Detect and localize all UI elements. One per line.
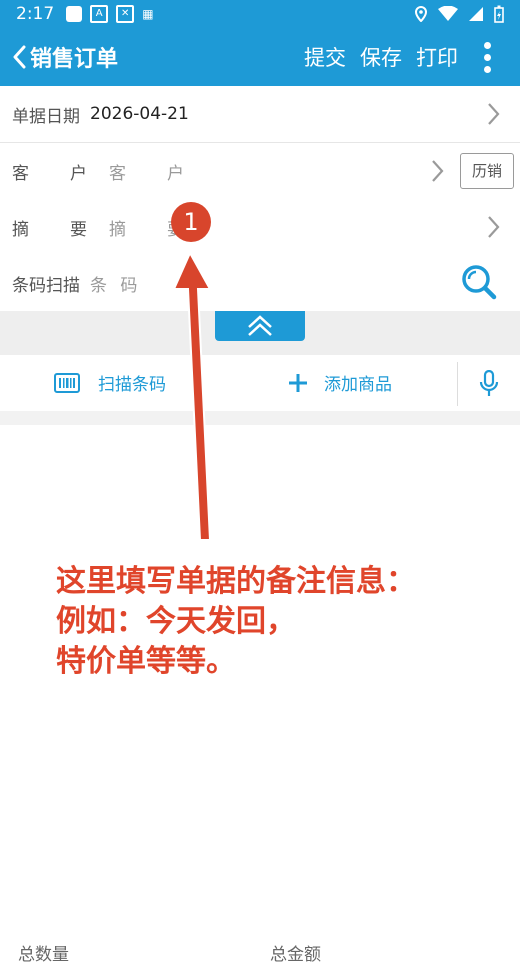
notification-app-icon: ✕ <box>116 5 135 23</box>
microphone-icon[interactable] <box>479 370 499 398</box>
barcode-input[interactable]: 条 码 <box>90 271 141 296</box>
save-button[interactable]: 保存 <box>360 42 402 72</box>
more-menu-icon[interactable] <box>472 41 502 73</box>
add-goods-button[interactable]: 添加商品 <box>288 370 392 395</box>
print-button[interactable]: 打印 <box>416 42 458 72</box>
chevron-right-icon <box>488 103 500 125</box>
customer-label: 客 户 <box>12 163 99 184</box>
keyboard-icon: ▦ <box>142 7 154 21</box>
barcode-row[interactable]: 条码扫描 条 码 <box>0 255 520 312</box>
list-separator <box>0 411 520 425</box>
scan-barcode-label: 扫描条码 <box>98 375 166 395</box>
back-button[interactable]: 销售订单 <box>12 41 118 73</box>
total-quantity-label: 总数量 <box>18 945 69 965</box>
annotation-text: 这里填写单据的备注信息： 例如：今天发回， 特价单等等。 <box>56 562 416 682</box>
submit-button[interactable]: 提交 <box>304 42 346 72</box>
annotation-line: 特价单等等。 <box>56 644 236 679</box>
toolbar-divider <box>457 362 458 406</box>
status-bar: 2:17 A ✕ ▦ <box>0 0 520 28</box>
chevron-right-icon <box>488 216 500 238</box>
wifi-icon <box>438 6 458 21</box>
chevron-left-icon <box>13 45 26 69</box>
memo-row[interactable]: 摘 要 摘 要 <box>0 199 520 256</box>
chevron-right-icon <box>432 160 444 182</box>
customer-input[interactable]: 客 户 <box>109 159 196 184</box>
app-bar-actions: 提交 保存 打印 <box>304 41 520 73</box>
battery-icon <box>494 5 504 23</box>
page-title: 销售订单 <box>30 47 119 72</box>
goods-toolbar: 扫描条码 添加商品 <box>0 355 520 411</box>
totals-footer: 总数量 总金额 <box>0 925 520 976</box>
total-amount-label: 总金额 <box>270 945 321 965</box>
system-icons <box>414 5 504 23</box>
search-icon[interactable] <box>460 263 498 301</box>
plus-icon <box>289 373 307 392</box>
notification-icons: A ✕ ▦ <box>66 5 154 23</box>
step-badge: 1 <box>171 202 211 242</box>
sales-history-button[interactable]: 历销 <box>460 153 514 189</box>
annotation-line: 例如：今天发回， <box>56 604 296 639</box>
notification-a-icon: A <box>90 5 109 23</box>
date-label: 单据日期 <box>12 106 80 127</box>
barcode-icon <box>54 372 80 393</box>
date-value[interactable]: 2026-04-21 <box>90 104 189 124</box>
customer-row[interactable]: 客 户 客 户 历销 <box>0 143 520 200</box>
barcode-label: 条码扫描 <box>12 275 80 296</box>
signal-icon <box>469 7 483 21</box>
location-icon <box>414 6 428 22</box>
date-row[interactable]: 单据日期 2026-04-21 <box>0 86 520 143</box>
status-time: 2:17 <box>16 4 55 24</box>
memo-label: 摘 要 <box>12 219 99 240</box>
notification-square-icon <box>66 6 83 22</box>
add-goods-label: 添加商品 <box>324 375 392 395</box>
annotation-arrow <box>172 250 212 541</box>
app-bar: 销售订单 提交 保存 打印 <box>0 28 520 86</box>
scan-barcode-button[interactable]: 扫描条码 <box>54 370 166 395</box>
annotation-line: 这里填写单据的备注信息： <box>56 564 416 599</box>
